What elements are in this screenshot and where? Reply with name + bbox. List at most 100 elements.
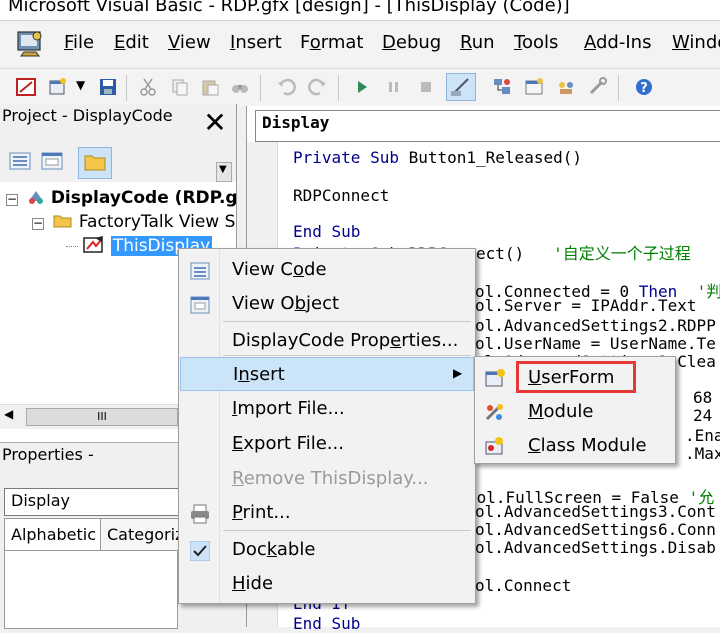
menu-windo[interactable]: Windo [672,32,720,53]
paste-icon[interactable] [200,77,220,97]
folder-icon [84,155,106,171]
vba-app-icon[interactable] [15,28,45,58]
properties-window-icon[interactable] [524,77,544,97]
code-text: .Enab [685,426,720,445]
scroll-down-button[interactable]: ▼ [216,162,232,182]
collapse-icon[interactable]: − [6,193,18,206]
design-mode-icon[interactable] [446,73,476,101]
highlight-box [516,361,636,393]
mnemonic-letter: k [266,539,277,560]
svg-text:?: ? [640,81,648,96]
module-icon [485,404,503,421]
menu-edit[interactable]: Edit [114,32,149,53]
reset-icon[interactable] [416,77,436,97]
label-text: indo [689,32,720,53]
tree-label: DisplayCode (RDP.g [50,188,236,208]
save-icon[interactable] [98,77,118,97]
code-line: RDPConnect [293,186,389,205]
menu-add-ins[interactable]: Add-Ins [584,32,651,53]
cut-icon[interactable] [138,77,158,97]
userform-icon [485,369,505,387]
tab-alphabetic[interactable]: Alphabetic [4,518,104,551]
menu-debug[interactable]: Debug [382,32,441,53]
context-menu-item-export-file[interactable]: Export File... [180,427,474,461]
break-icon[interactable] [384,77,404,97]
object-combo[interactable]: Display [255,110,720,142]
context-menu-item-displaycode-properties[interactable]: DisplayCode Properties... [180,324,474,358]
code-line: Private Sub Button1_Released() [293,148,582,167]
redo-icon[interactable] [308,77,328,97]
mnemonic-letter: e [390,330,402,351]
label-text: un [471,32,495,53]
toggle-folders-button[interactable] [78,147,112,179]
context-menu-item-dockable[interactable]: Dockable [180,533,474,567]
run-icon[interactable] [352,77,372,97]
context-menu-item-view-code[interactable]: View Code [180,253,474,287]
context-menu-item-print[interactable]: Print... [180,496,474,530]
help-icon[interactable]: ? [634,77,654,97]
mnemonic-letter: o [293,259,305,280]
context-menu-item-remove-thisdisplay: Remove ThisDisplay... [180,462,474,496]
context-menu-item-view-object[interactable]: View Object [180,287,474,321]
mnemonic-letter: M [528,401,544,422]
menu-item-label: Remove ThisDisplay... [232,468,429,489]
menu-item-label: Import File... [232,398,345,419]
object-browser-icon[interactable] [556,77,576,97]
submenu-item-module[interactable]: Module [476,395,674,429]
label-text: ide [245,573,274,594]
context-menu-item-insert[interactable]: Insert ▶ [180,357,474,391]
mnemonic-letter: E [114,32,126,53]
chevron-down-icon[interactable]: ▼ [76,78,85,92]
label-text: View O [232,293,295,314]
scroll-thumb[interactable]: III [26,408,178,426]
mnemonic-letter: H [232,573,246,594]
menu-item-label: View Object [232,293,339,314]
tab-categorized[interactable]: Categoriz [100,518,191,552]
label-text: able [276,539,316,560]
project-explorer-icon[interactable] [492,77,512,97]
collapse-icon[interactable]: − [32,217,44,230]
view-host-icon[interactable] [16,77,36,97]
mnemonic-letter: C [528,435,541,456]
mnemonic-letter: V [168,32,180,53]
context-menu-item-import-file[interactable]: Import File... [180,392,474,426]
menu-tools[interactable]: Tools [514,32,558,53]
code-text: ol.UserName = UserName.Te [475,334,716,353]
code-line: End Sub [293,614,360,633]
toolbox-icon[interactable] [588,77,608,97]
menu-item-label: Class Module [528,435,647,456]
menu-separator [223,321,471,322]
mnemonic-letter: E [232,433,244,454]
submenu-item-class-module[interactable]: Class Module [476,429,674,463]
menu-view[interactable]: View [168,32,211,53]
mnemonic-letter: R [460,32,472,53]
find-icon[interactable] [230,77,250,97]
mnemonic-letter: o [309,32,321,53]
close-icon[interactable]: ✕ [200,109,230,139]
menu-separator [223,355,471,356]
tree-node-displaycode[interactable]: − DisplayCode (RDP.g [6,188,236,208]
menu-format[interactable]: Format [300,32,363,53]
menu-file[interactable]: File [64,32,94,53]
insert-userform-icon[interactable] [48,77,68,97]
code-text: ol.AdvancedSettings2.RDPP [475,316,716,335]
menu-run[interactable]: Run [460,32,495,53]
window-title: Microsoft Visual Basic - RDP.gfx [design… [8,0,570,16]
mnemonic-letter: b [294,293,307,314]
menu-insert[interactable]: Insert [230,32,282,53]
context-menu-item-hide[interactable]: Hide [180,567,474,601]
chevron-left-icon[interactable]: ◀ [4,407,13,421]
view-code-icon[interactable] [8,150,32,172]
label-text: odule [543,401,594,422]
code-line: ol.AdvancedSettings3.Cont [475,502,716,521]
tree-node-factorytalk[interactable]: − FactoryTalk View S [32,212,235,232]
view-object-icon [190,296,210,314]
code-line: End Sub [293,222,360,241]
copy-icon[interactable] [170,77,190,97]
mnemonic-letter: P [232,502,243,523]
undo-icon[interactable] [276,77,296,97]
menu-item-label: Module [528,401,593,422]
label-text: F [300,32,310,53]
view-object-icon[interactable] [40,150,64,172]
label-text: dit [125,32,149,53]
